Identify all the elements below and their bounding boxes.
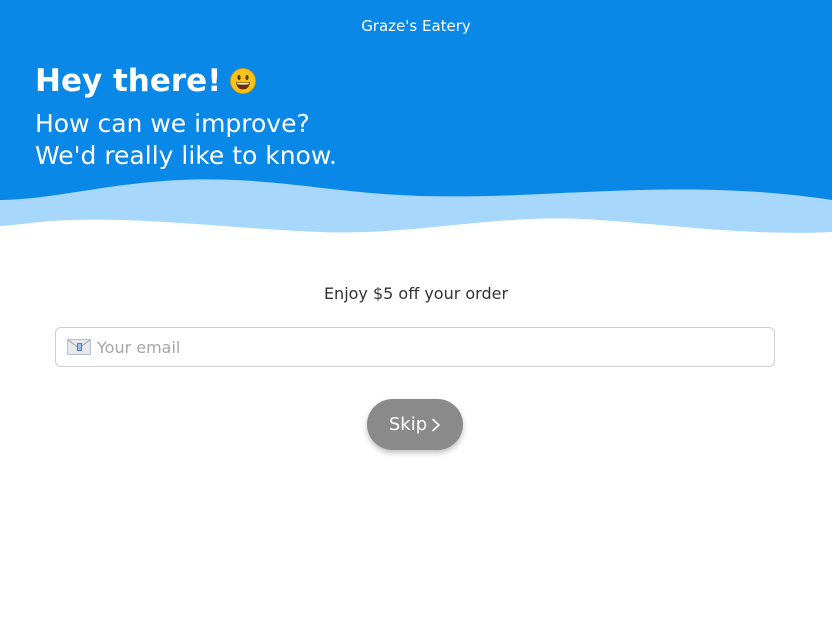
- subtitle-line-2: We'd really like to know.: [35, 141, 337, 170]
- header-subtitle: How can we improve? We'd really like to …: [35, 108, 735, 172]
- offer-text: Enjoy $5 off your order: [323, 284, 509, 303]
- header-banner: Graze's Eatery Hey there! How can we imp…: [0, 0, 832, 240]
- envelope-icon: [67, 339, 91, 355]
- brand-name: Graze's Eatery: [361, 17, 471, 35]
- chevron-right-icon: [432, 418, 440, 431]
- subtitle-line-1: How can we improve?: [35, 109, 310, 138]
- email-input[interactable]: [97, 332, 737, 362]
- smiley-face-icon: [230, 68, 257, 94]
- greeting-text: Hey there!: [35, 63, 222, 99]
- greeting-heading: Hey there!: [35, 60, 257, 102]
- skip-button[interactable]: Skip: [367, 399, 463, 450]
- skip-label: Skip: [388, 414, 428, 435]
- email-field[interactable]: [55, 327, 775, 367]
